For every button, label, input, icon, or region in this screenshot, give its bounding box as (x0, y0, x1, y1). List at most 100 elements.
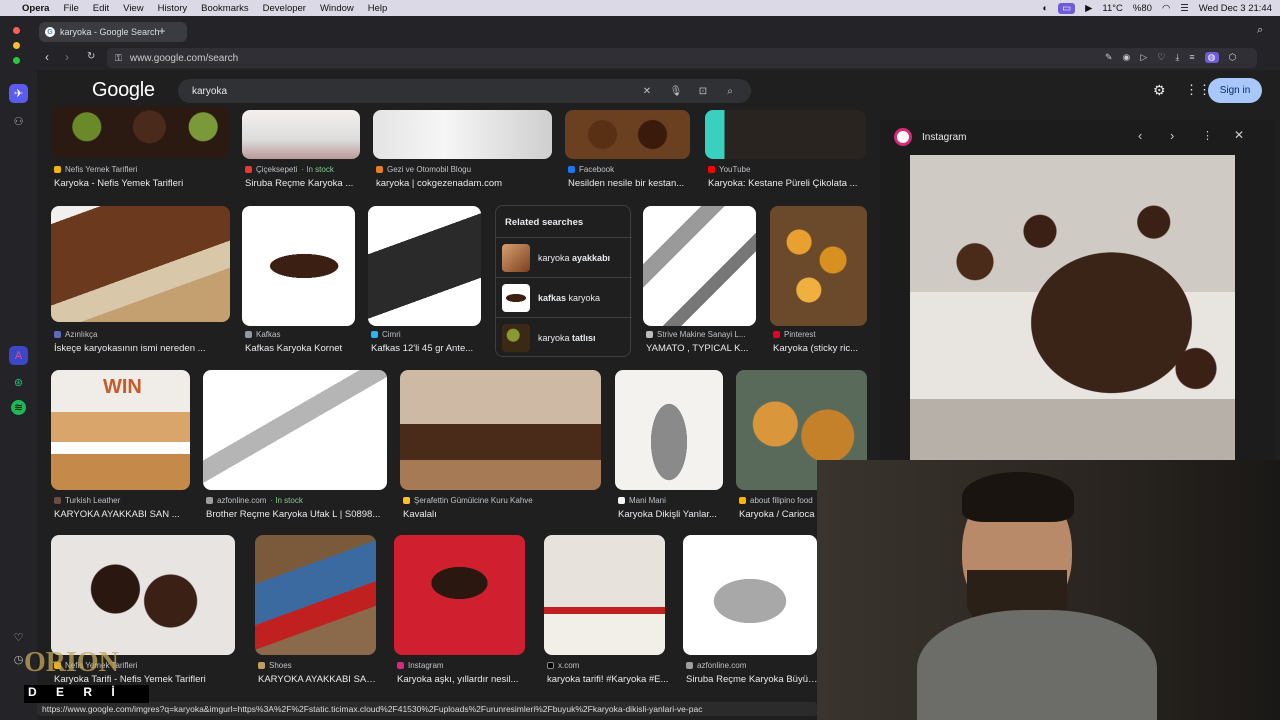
result-image[interactable] (51, 535, 235, 655)
result-title[interactable]: Karyoka aşkı, yıllardır nesil... (397, 674, 528, 685)
close-preview-button[interactable]: ✕ (1234, 128, 1244, 142)
chatgpt-icon[interactable]: ⊛ (9, 373, 28, 392)
clock[interactable]: Wed Dec 3 21:44 (1199, 3, 1272, 14)
menu-icon[interactable]: ≡ (1189, 52, 1194, 63)
result-title[interactable]: KARYOKA AYAKKABI SAN ... (54, 509, 191, 520)
result-image[interactable] (565, 110, 690, 159)
result-card[interactable]: WIN Turkish Leather KARYOKA AYAKKABI SAN… (51, 370, 191, 522)
result-card[interactable]: Shoes KARYOKA AYAKKABI SAN... (255, 535, 380, 687)
related-item[interactable]: karyoka tatlısı (496, 317, 632, 357)
result-card[interactable]: azfonline.com Siruba Reçme Karyoka Büyük… (683, 535, 820, 687)
result-image[interactable] (242, 110, 360, 159)
heart-icon[interactable]: ♡ (9, 628, 28, 647)
search-input[interactable]: karyoka ✕ 🎙 ⊡ ⌕ (178, 79, 751, 103)
result-title[interactable]: karyoka tarifi! #Karyoka #E... (547, 674, 671, 685)
wifi-icon[interactable]: ◠ (1162, 3, 1170, 14)
weather-readout[interactable]: 11°C (1102, 3, 1123, 14)
result-image[interactable] (394, 535, 525, 655)
result-card[interactable]: Gezi ve Otomobil Blogu karyoka | cokgeze… (373, 110, 553, 190)
result-card[interactable]: Instagram Karyoka aşkı, yıllardır nesil.… (394, 535, 527, 687)
camera-icon[interactable]: ◉ (1123, 52, 1131, 63)
result-title[interactable]: İskeçe karyokasının ismi nereden ... (54, 343, 230, 354)
result-image[interactable] (373, 110, 552, 159)
result-image[interactable] (203, 370, 387, 490)
result-title[interactable]: karyoka | cokgezenadam.com (376, 178, 552, 189)
result-title[interactable]: Karyoka (sticky ric... (773, 343, 867, 354)
back-button[interactable]: ‹ (45, 50, 49, 64)
play-icon[interactable]: ▶ (1085, 3, 1092, 14)
result-image[interactable] (242, 206, 355, 326)
new-tab-button[interactable]: + (155, 24, 169, 38)
menu-view[interactable]: View (123, 3, 143, 14)
result-title[interactable]: Karyoka Dikişli Yanlar... (618, 509, 726, 520)
url-field[interactable]: ⚿ www.google.com/search (107, 48, 1257, 68)
result-image[interactable] (615, 370, 723, 490)
result-image[interactable] (51, 106, 230, 158)
result-image[interactable] (683, 535, 817, 655)
result-title[interactable]: Nesilden nesile bir kestan... (568, 178, 692, 189)
result-card[interactable]: Kafkas Kafkas Karyoka Kornet (242, 206, 356, 356)
result-card[interactable]: Strive Makine Sanayi L... YAMATO , TYPIC… (643, 206, 757, 356)
search-tabs-icon[interactable]: ⌕ (1257, 24, 1263, 37)
result-title[interactable]: Siruba Reçme Karyoka Büyük L (686, 674, 820, 685)
result-card[interactable]: Azınlıkça İskeçe karyokasının ismi nered… (51, 206, 231, 356)
result-card[interactable]: YouTube Karyoka: Kestane Püreli Çikolata… (705, 110, 867, 190)
next-icon[interactable]: › (1170, 128, 1174, 143)
preview-image[interactable] (910, 155, 1235, 460)
result-card[interactable]: Cimri Kafkas 12'li 45 gr Ante... (368, 206, 482, 356)
lens-icon[interactable]: ⊡ (695, 83, 711, 99)
previous-icon[interactable]: ‹ (1138, 128, 1142, 143)
menu-bookmarks[interactable]: Bookmarks (201, 3, 249, 14)
reload-icon[interactable]: ↻ (87, 51, 95, 62)
menu-edit[interactable]: Edit (93, 3, 109, 14)
result-image[interactable] (368, 206, 481, 326)
result-card[interactable]: Şerafettin Gümülcine Kuru Kahve Kavalalı (400, 370, 602, 522)
window-zoom-button[interactable] (13, 57, 20, 64)
control-center-icon[interactable]: ☰ (1180, 3, 1189, 14)
result-title[interactable]: Karyoka - Nefis Yemek Tarifleri (54, 178, 230, 189)
result-card[interactable]: Çiçeksepeti · In stock Siruba Reçme Karyo… (242, 110, 362, 190)
download-icon[interactable]: ⤓ (1175, 52, 1179, 63)
menu-app-opera[interactable]: Opera (22, 3, 49, 14)
microphone-icon[interactable]: 🎙 (668, 83, 684, 99)
search-icon[interactable]: ⌕ (722, 83, 738, 99)
screen-record-icon[interactable]: ▭ (1058, 2, 1076, 14)
result-title[interactable]: YAMATO , TYPICAL K... (646, 343, 759, 354)
heart-icon[interactable]: ♡ (1157, 52, 1165, 63)
result-image[interactable] (255, 535, 376, 655)
result-card[interactable]: x.com karyoka tarifi! #Karyoka #E... (544, 535, 668, 687)
window-minimize-button[interactable] (13, 42, 20, 49)
spotify-icon[interactable]: ≋ (11, 400, 26, 415)
result-image[interactable] (770, 206, 867, 326)
menu-developer[interactable]: Developer (263, 3, 306, 14)
result-card[interactable]: azfonline.com · In stock Brother Reçme Ka… (203, 370, 388, 522)
related-item[interactable]: kafkas karyoka (496, 277, 632, 317)
result-card[interactable]: Pinterest Karyoka (sticky ric... (770, 206, 868, 356)
window-close-button[interactable] (13, 27, 20, 34)
battery-readout[interactable]: %80 (1133, 3, 1152, 14)
profile-icon[interactable]: ◍ (1204, 52, 1219, 63)
result-image[interactable] (643, 206, 756, 326)
send-icon[interactable]: ▷ (1140, 52, 1147, 63)
result-card[interactable]: Nefis Yemek Tarifleri Karyoka - Nefis Ye… (51, 106, 231, 190)
result-image[interactable] (51, 206, 230, 322)
result-title[interactable]: Brother Reçme Karyoka Ufak L | S0898... (206, 509, 390, 520)
result-title[interactable]: KARYOKA AYAKKABI SAN... (258, 674, 380, 685)
car-icon[interactable]: ⚇ (9, 112, 28, 131)
sign-in-button[interactable]: Sign in (1208, 78, 1262, 103)
preview-source[interactable]: Instagram (922, 132, 966, 143)
google-logo[interactable]: Google (92, 79, 155, 102)
extensions-icon[interactable]: ⬡ (1229, 52, 1237, 63)
edit-icon[interactable]: ✎ (1105, 52, 1113, 63)
clear-icon[interactable]: ✕ (639, 83, 655, 99)
related-item[interactable]: karyoka ayakkabı (496, 237, 632, 277)
status-icon[interactable]: ◐ (1042, 3, 1048, 14)
result-title[interactable]: Kafkas Karyoka Kornet (245, 343, 358, 354)
result-image[interactable] (400, 370, 601, 490)
menu-help[interactable]: Help (368, 3, 388, 14)
result-card[interactable]: Facebook Nesilden nesile bir kestan... (565, 110, 691, 190)
menu-file[interactable]: File (63, 3, 78, 14)
settings-icon[interactable]: ⚙ (1153, 82, 1166, 99)
result-image[interactable] (544, 535, 665, 655)
result-card[interactable]: Mani Mani Karyoka Dikişli Yanlar... (615, 370, 725, 522)
